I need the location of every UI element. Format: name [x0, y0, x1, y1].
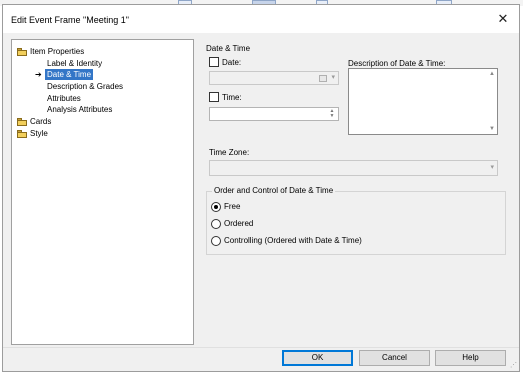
- folder-icon: [17, 118, 27, 126]
- tree-item-style[interactable]: Style: [17, 128, 48, 139]
- dialog-title: Edit Event Frame "Meeting 1": [11, 15, 129, 25]
- tree-item-label: Analysis Attributes: [47, 105, 113, 114]
- tree-item-description-grades[interactable]: Description & Grades: [47, 81, 123, 92]
- help-button[interactable]: Help: [435, 350, 506, 366]
- radio-free[interactable]: [211, 202, 221, 212]
- tree-item-date-time[interactable]: ➔ Date & Time: [12, 69, 112, 80]
- ok-button[interactable]: OK: [282, 350, 353, 366]
- cancel-button[interactable]: Cancel: [359, 350, 430, 366]
- date-time-panel: Date & Time Date: ▾ Time: ▲ ▼ Description…: [200, 39, 514, 345]
- time-label: Time:: [222, 93, 242, 102]
- time-checkbox[interactable]: [209, 92, 219, 102]
- tree-item-cards[interactable]: Cards: [17, 116, 51, 127]
- description-textarea[interactable]: ▲ ▼: [348, 68, 498, 135]
- radio-ordered-label: Ordered: [224, 219, 254, 228]
- order-control-group: Order and Control of Date & Time Free Or…: [206, 186, 506, 255]
- tree-item-label: Attributes: [47, 94, 81, 103]
- timezone-label: Time Zone:: [209, 148, 250, 157]
- folder-icon: [17, 48, 27, 56]
- footer-divider: [3, 347, 519, 348]
- tree-item-label-identity[interactable]: Label & Identity: [47, 58, 102, 69]
- order-group-title: Order and Control of Date & Time: [212, 186, 336, 195]
- tree-item-attributes[interactable]: Attributes: [47, 93, 81, 104]
- time-field[interactable]: ▲ ▼: [209, 107, 339, 121]
- tree-item-label: Description & Grades: [47, 82, 124, 91]
- chevron-down-icon: ▾: [331, 74, 335, 81]
- title-bar: Edit Event Frame "Meeting 1" ✕: [3, 5, 519, 33]
- radio-controlling[interactable]: [211, 236, 221, 246]
- folder-icon: [17, 130, 27, 138]
- radio-ordered[interactable]: [211, 219, 221, 229]
- date-label: Date:: [222, 58, 242, 67]
- arrow-icon: ➔: [35, 70, 42, 79]
- tree-item-label: Style: [30, 129, 48, 138]
- tree-item-item-properties[interactable]: Item Properties: [17, 46, 84, 57]
- radio-controlling-label: Controlling (Ordered with Date & Time): [224, 236, 362, 245]
- date-picker[interactable]: ▾: [209, 71, 339, 85]
- spinner-icon[interactable]: ▲ ▼: [328, 109, 336, 119]
- close-button[interactable]: ✕: [495, 11, 511, 27]
- section-title: Date & Time: [206, 44, 251, 53]
- resize-grip-icon[interactable]: ⋰: [510, 361, 517, 369]
- tree-item-label: Date & Time: [45, 69, 94, 80]
- chevron-down-icon: ▾: [490, 164, 494, 171]
- tree-item-analysis-attributes[interactable]: Analysis Attributes: [47, 104, 112, 115]
- property-tree: Item Properties Label & Identity ➔ Date …: [11, 39, 194, 345]
- radio-free-label: Free: [224, 202, 241, 211]
- description-label: Description of Date & Time:: [348, 59, 446, 68]
- tree-item-label: Label & Identity: [47, 59, 103, 68]
- timezone-dropdown[interactable]: ▾: [209, 160, 498, 176]
- edit-event-frame-dialog: Edit Event Frame "Meeting 1" ✕ Item Prop…: [2, 4, 520, 372]
- calendar-icon: [319, 75, 327, 82]
- scroll-up-icon[interactable]: ▲: [487, 71, 497, 77]
- tree-item-label: Cards: [30, 117, 52, 126]
- scroll-down-icon[interactable]: ▼: [487, 126, 497, 132]
- date-checkbox[interactable]: [209, 57, 219, 67]
- tree-item-label: Item Properties: [30, 47, 85, 56]
- vertical-scrollbar[interactable]: ▲ ▼: [487, 69, 497, 134]
